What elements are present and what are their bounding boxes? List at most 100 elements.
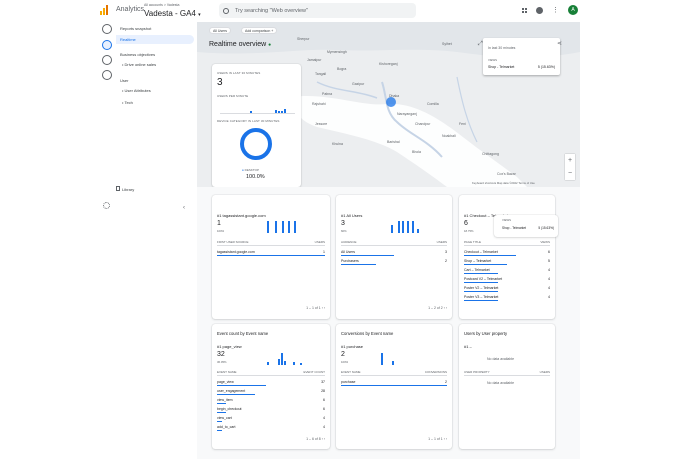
table-row[interactable]: All Users 3 (341, 250, 447, 256)
zoom-in-button[interactable]: + (565, 154, 575, 167)
card-value: 32 (217, 351, 225, 358)
expand-icon[interactable]: ⤢ (478, 41, 483, 48)
all-users-chip[interactable]: All Users (209, 27, 232, 34)
table-header: EVENT NAME EVENT COUNT (217, 370, 325, 376)
more-vert-icon[interactable]: ⋮ (552, 6, 559, 14)
card-value: 3 (341, 220, 345, 227)
analytics-logo (100, 5, 108, 15)
map-attribution[interactable]: Keyboard shortcuts Map data ©2022 Terms … (472, 181, 535, 185)
table-row[interactable]: Poster V2 – Telmarket 4 (464, 286, 550, 292)
table-row[interactable]: tagassistant.google.com 1 (217, 250, 325, 256)
nav-business-objectives[interactable]: Business objectives (120, 52, 155, 57)
home-icon[interactable] (102, 24, 112, 34)
table-pager[interactable]: 1 – 1 of 1 ‹ › (306, 306, 325, 310)
map-user-marker[interactable] (386, 97, 396, 107)
table-row[interactable]: purchase 2 (341, 380, 447, 386)
nav-library[interactable]: Library (122, 187, 134, 192)
table-row[interactable]: page_view 37 (217, 380, 325, 386)
left-rail (100, 22, 115, 212)
card-percent: 36.05% (217, 360, 227, 364)
popup-time: In last 30 minutes (488, 46, 516, 50)
conversions-card: Conversions by Event name #1 purchase 2 … (336, 324, 452, 449)
device-label: DEVICE CATEGORY IN LAST 30 MINUTES (217, 119, 280, 123)
table-row[interactable]: view_cart 4 (217, 416, 325, 422)
map-place-label: Sherpur (297, 37, 310, 41)
card-metric: #1 – (464, 344, 472, 349)
nav-tech[interactable]: • Tech (122, 100, 133, 105)
table-header: EVENT NAME CONVERSIONS (341, 370, 447, 376)
card-metric: #1 purchase (341, 344, 364, 349)
realtime-users-card: USERS IN LAST 30 MINUTES 3 USERS PER MIN… (212, 64, 301, 187)
map-tooltip: ⤢ In last 30 minutes VIEWS Shop - Telmar… (478, 38, 560, 75)
table-row[interactable]: Checkout – Telmarket 6 (464, 250, 550, 256)
card-value: 1 (217, 220, 221, 227)
nav-user-attributes[interactable]: • User Attributes (122, 88, 151, 93)
table-row[interactable]: Postcard V2 – Telmarket 4 (464, 277, 550, 283)
collapse-nav-button[interactable]: ‹ (183, 205, 185, 211)
popup-row: Shop - Telmarket 5 (15.63%) (488, 65, 555, 69)
table-row[interactable]: begin_checkout 6 (217, 407, 325, 413)
table-row[interactable]: Purchasers 2 (341, 259, 447, 265)
map-place-label: Comilla (427, 102, 439, 106)
table-row[interactable]: Cart – Telmarket 4 (464, 268, 550, 274)
table-row[interactable]: user_engagement 28 (217, 389, 325, 395)
no-data-message: No data available (487, 381, 515, 385)
card-value: 6 (464, 220, 468, 227)
first-user-source-card: #1 tagassistant.google.com 1 100% FIRST … (212, 195, 330, 319)
map-place-label: Rajshahi (312, 102, 326, 106)
map-place-label: Feni (459, 122, 466, 126)
help-icon[interactable] (536, 6, 543, 14)
table-row[interactable]: add_to_cart 4 (217, 425, 325, 431)
nav-realtime[interactable]: Realtime (120, 37, 136, 42)
card-percent: 60% (341, 229, 347, 233)
card-title: Event count by Event name (217, 331, 269, 336)
nav-drive-online-sales[interactable]: • Drive online sales (122, 62, 156, 67)
map-place-label: Sylhet (442, 42, 452, 46)
zoom-control[interactable]: + − (565, 154, 575, 180)
table-header: USER PROPERTY USERS (464, 370, 550, 376)
table-pager[interactable]: 1 – 1 of 1 ‹ › (428, 437, 447, 441)
table-header: FIRST USER SOURCE USERS (217, 240, 325, 246)
table-row[interactable]: Poster V3 – Telmarket 4 (464, 295, 550, 301)
audience-card: #1 All Users 3 60% AUDIENCE USERS All Use… (336, 195, 452, 319)
table-row[interactable]: Shop – Telmarket 5 (464, 259, 550, 265)
table-pager[interactable]: 1 – 2 of 2 ‹ › (428, 306, 447, 310)
property-selector[interactable]: Vadesta - GA4 ▾ (144, 9, 201, 18)
card-mini-chart (267, 351, 302, 365)
map-place-label: Chandpur (415, 122, 431, 126)
property-name: Vadesta - GA4 (144, 9, 196, 18)
header-actions: ⋮ A (522, 5, 578, 15)
card-value: 2 (341, 351, 345, 358)
settings-gear-icon[interactable] (103, 202, 110, 209)
table-pager[interactable]: 1 – 6 of 8 ‹ › (306, 437, 325, 441)
share-icon[interactable]: ⋖ (557, 40, 562, 47)
card-title: Conversions by Event name (341, 331, 394, 336)
no-data-message: No data available (487, 357, 515, 361)
map-place-label: Bhola (412, 150, 421, 154)
donut-legend: ● DESKTOP (242, 168, 259, 172)
map-place-label: Mymensingh (327, 50, 347, 54)
add-comparison-button[interactable]: Add comparison + (241, 27, 278, 34)
nav-user[interactable]: User (120, 78, 128, 83)
reports-icon[interactable] (102, 40, 112, 50)
users-value: 3 (217, 77, 223, 88)
search-icon (223, 7, 229, 14)
card-mini-chart (391, 219, 419, 233)
map-place-label: Bogra (337, 67, 347, 71)
map-place-label: Khulna (332, 142, 343, 146)
nav-reports-snapshot[interactable]: Reports snapshot (120, 26, 151, 31)
map-place-label: Cox's Bazar (497, 172, 516, 176)
breadcrumb[interactable]: All accounts > Vadesta (144, 3, 179, 7)
tooltip-row: Shop - Telmarket 5 (15.63%) (502, 226, 554, 230)
map-place-label: Barishal (387, 140, 400, 144)
card-mini-chart (381, 351, 394, 365)
avatar[interactable]: A (568, 5, 578, 15)
card-metric: #1 page_view (217, 344, 242, 349)
table-row[interactable]: view_item 6 (217, 398, 325, 404)
explore-icon[interactable] (102, 55, 112, 65)
advertising-icon[interactable] (102, 70, 112, 80)
search-input[interactable]: Try searching "Web overview" (219, 3, 416, 18)
apps-grid-icon[interactable] (522, 7, 527, 13)
map-place-label: Tangail (315, 72, 327, 76)
zoom-out-button[interactable]: − (565, 167, 575, 180)
